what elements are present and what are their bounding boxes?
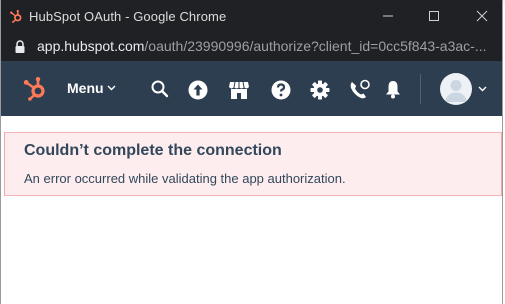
user-avatar-icon [445,80,467,102]
url-path: /oauth/23990996/authorize?client_id=0cc5… [144,38,487,54]
upgrade-button[interactable] [187,79,209,101]
close-button[interactable] [468,4,496,28]
notifications-icon [386,81,400,99]
help-icon [271,80,291,100]
search-button[interactable] [150,79,172,101]
minimize-icon [383,15,393,17]
title-bar[interactable]: HubSpot OAuth - Google Chrome [1,0,502,33]
chevron-down-icon [107,85,116,91]
marketplace-icon [229,81,249,99]
error-alert: Couldn’t complete the connection An erro… [4,132,502,196]
avatar[interactable] [440,73,472,105]
url-host: app.hubspot.com [37,38,145,54]
menu-button[interactable]: Menu [67,80,116,96]
alert-message: An error occurred while validating the a… [24,171,346,186]
nav-divider [420,74,421,104]
hubspot-nav-bar: Menu [1,61,502,116]
lock-icon[interactable] [14,40,26,54]
minimize-button[interactable] [374,4,402,28]
calling-button[interactable] [348,79,370,101]
upgrade-icon [188,80,208,100]
close-icon [476,10,488,22]
hubspot-logo-icon[interactable] [21,75,49,103]
maximize-icon [429,11,439,21]
window-title: HubSpot OAuth - Google Chrome [29,9,227,24]
alert-title: Couldn’t complete the connection [24,142,282,159]
settings-button[interactable] [309,79,331,101]
address-bar[interactable]: app.hubspot.com/oauth/23990996/authorize… [1,33,502,61]
marketplace-button[interactable] [228,79,250,101]
page-content: Couldn’t complete the connection An erro… [1,116,502,304]
account-chevron-down-icon[interactable] [478,86,487,92]
maximize-button[interactable] [420,4,448,28]
menu-label: Menu [67,80,104,96]
url-text[interactable]: app.hubspot.com/oauth/23990996/authorize… [37,38,487,54]
notifications-button[interactable] [383,79,405,101]
settings-icon [310,80,330,100]
hubspot-favicon-icon [10,9,22,23]
search-icon [151,80,169,98]
help-button[interactable] [270,79,292,101]
calling-icon [350,79,370,99]
chrome-popup-window: HubSpot OAuth - Google Chrome app.hubspo… [0,0,503,304]
